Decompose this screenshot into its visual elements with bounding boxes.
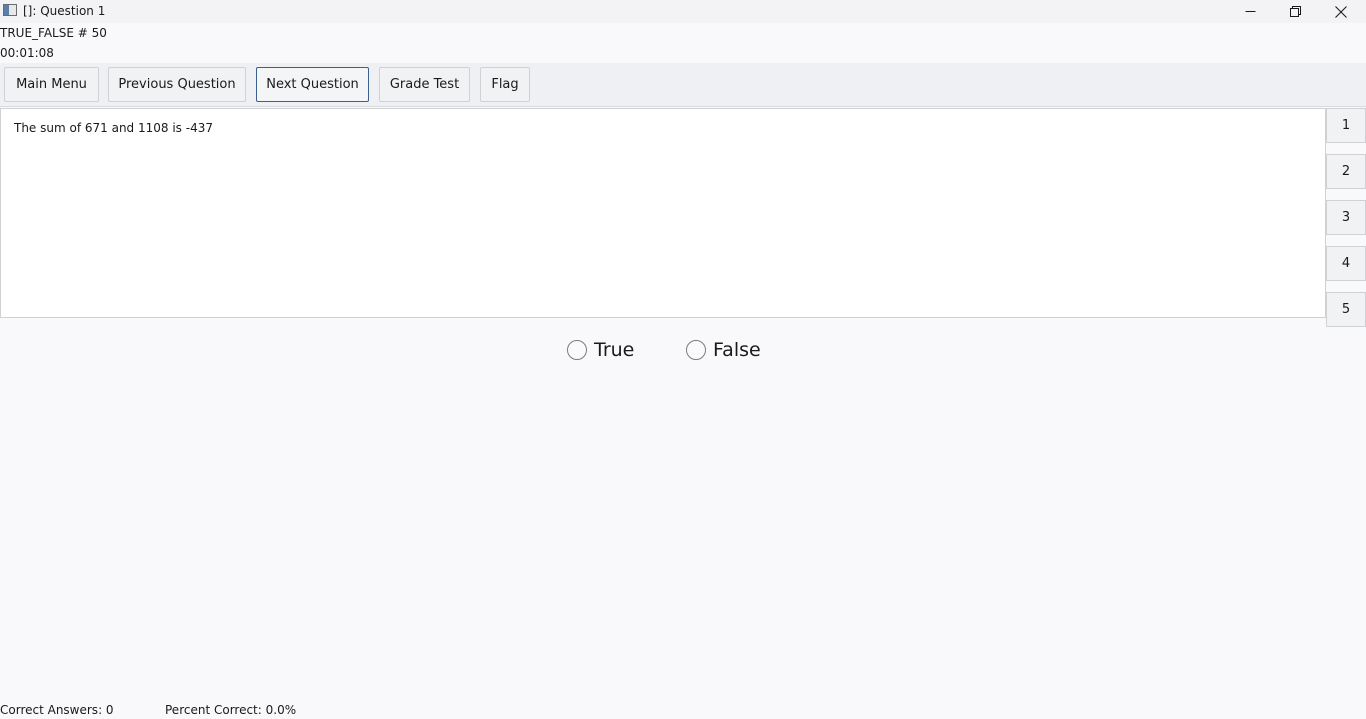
timer-label: 00:01:08 [0, 46, 54, 60]
close-icon [1335, 5, 1347, 18]
answer-false-option[interactable]: False [686, 338, 761, 362]
close-button[interactable] [1318, 0, 1364, 23]
percent-correct-label: Percent Correct: 0.0% [165, 703, 297, 717]
answer-true-option[interactable]: True [567, 338, 634, 362]
question-type-label: TRUE_FALSE # 50 [0, 26, 107, 40]
toolbar: Main Menu Previous Question Next Questio… [0, 63, 1366, 107]
question-nav-button-2[interactable]: 2 [1326, 154, 1366, 189]
question-nav-button-4[interactable]: 4 [1326, 246, 1366, 281]
flag-button[interactable]: Flag [480, 67, 530, 102]
restore-button[interactable] [1272, 0, 1318, 23]
restore-icon [1289, 6, 1301, 17]
next-question-button[interactable]: Next Question [256, 67, 369, 102]
true-label: True [594, 339, 635, 361]
app-icon [3, 4, 17, 16]
minimize-icon [1245, 11, 1255, 12]
previous-question-button[interactable]: Previous Question [108, 67, 246, 102]
question-text-area[interactable]: The sum of 671 and 1108 is -437 [0, 108, 1326, 318]
false-radio-button[interactable] [686, 340, 706, 360]
main-menu-button[interactable]: Main Menu [4, 67, 99, 102]
true-radio-button[interactable] [567, 340, 587, 360]
window-title: []: Question 1 [23, 4, 106, 18]
question-nav-button-5[interactable]: 5 [1326, 292, 1366, 327]
false-label: False [713, 339, 761, 361]
minimize-button[interactable] [1227, 0, 1273, 23]
question-nav-button-1[interactable]: 1 [1326, 108, 1366, 143]
window-titlebar[interactable]: []: Question 1 [0, 0, 1366, 23]
grade-test-button[interactable]: Grade Test [379, 67, 470, 102]
question-nav-button-3[interactable]: 3 [1326, 200, 1366, 235]
correct-answers-label: Correct Answers: 0 [0, 703, 114, 717]
question-text: The sum of 671 and 1108 is -437 [14, 121, 213, 135]
